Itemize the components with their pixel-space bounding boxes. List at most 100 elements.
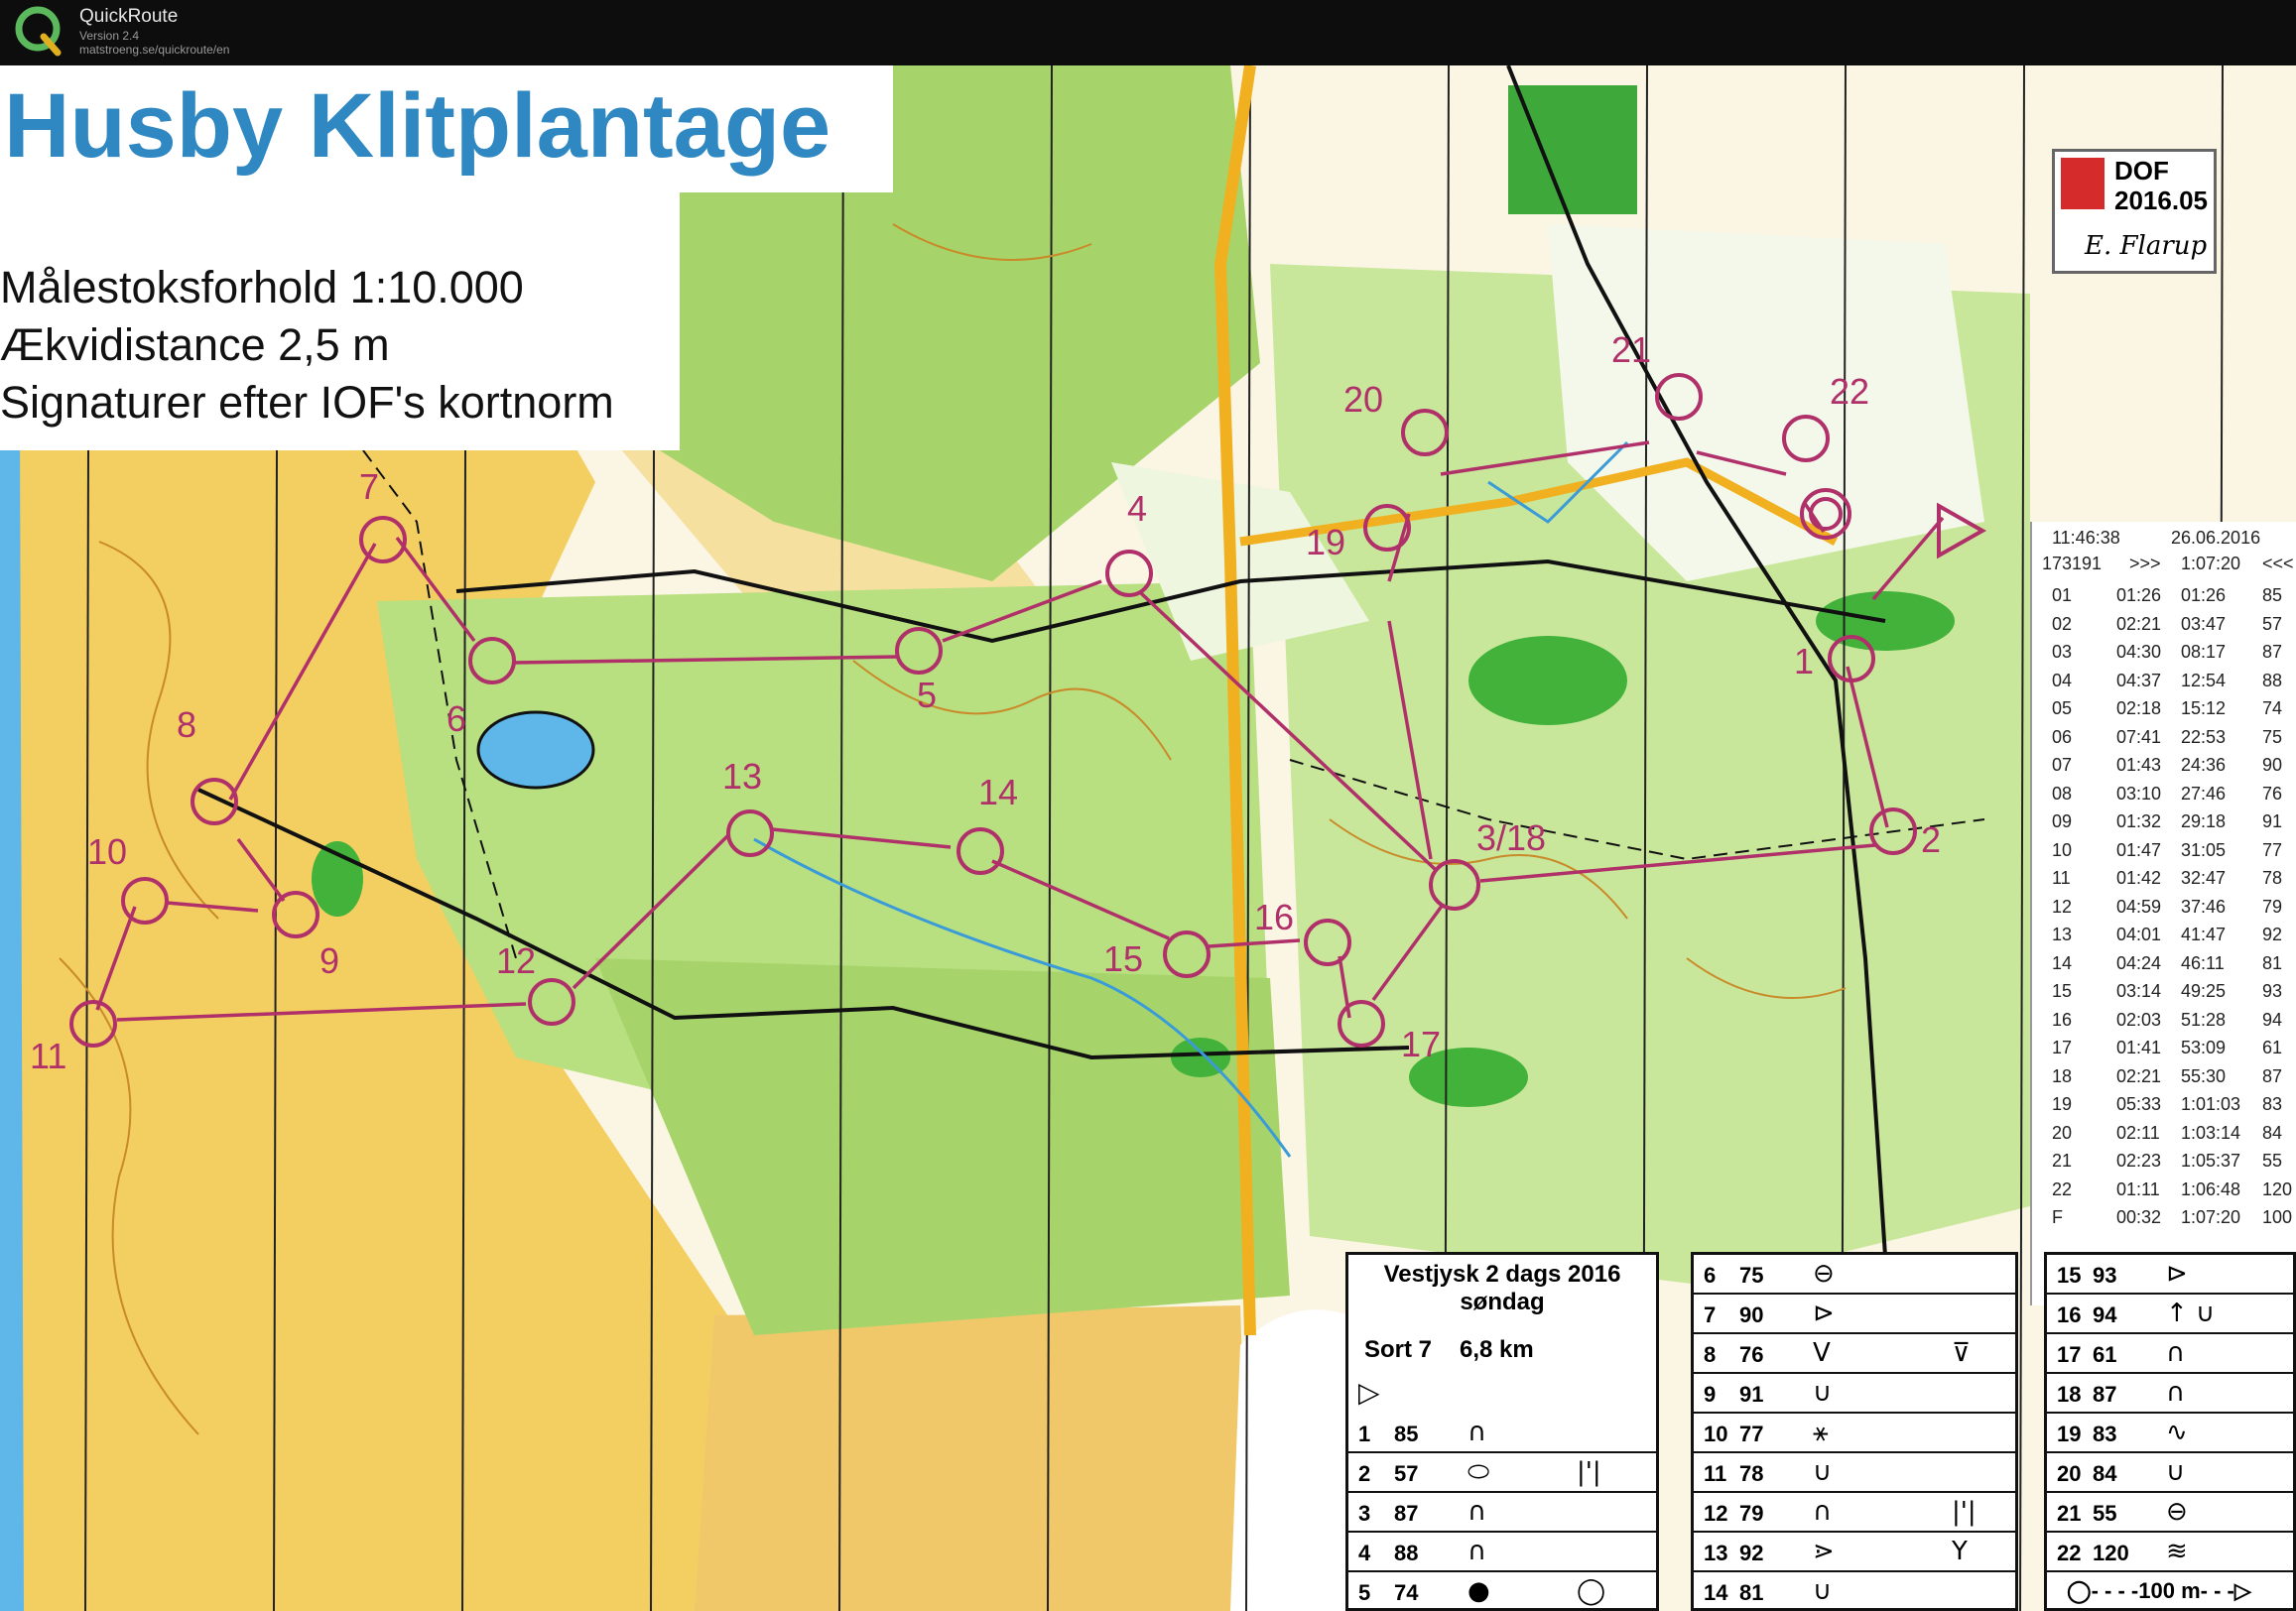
splits-leg: 01 [2052, 585, 2073, 605]
description-row: 4 88 ∩ [1348, 1533, 1656, 1572]
splits-split: 00:32 [2116, 1207, 2162, 1227]
dof-org: DOF [2114, 156, 2169, 186]
description-row: 19 83 ∿ [2047, 1414, 2293, 1453]
description-num: 2 [1358, 1461, 1371, 1486]
description-code: 79 [1739, 1501, 1764, 1526]
splits-split: 02:21 [2116, 1065, 2162, 1086]
description-sym: ∩ [1467, 1497, 1487, 1527]
description-row: 13 92 ⋗ Y [1694, 1533, 2015, 1572]
description-code: 91 [1739, 1382, 1764, 1407]
description-row: 17 61 ∩ [2047, 1334, 2293, 1374]
splits-code: 79 [2262, 896, 2283, 917]
start-symbol: ▷ [1358, 1376, 1380, 1409]
lake [476, 710, 595, 790]
map-title-box: Husby Klitplantage [0, 65, 893, 192]
splits-code: 120 [2262, 1178, 2293, 1199]
splits-row: 10 01:47 31:05 77 [2032, 840, 2296, 866]
splits-leg: 17 [2052, 1038, 2073, 1057]
splits-cum: 1:05:37 [2181, 1151, 2241, 1171]
splits-split: 04:24 [2116, 952, 2162, 973]
map-symbols-text: Signaturer efter IOF's kortnorm [0, 377, 614, 428]
splits-code: 55 [2262, 1151, 2283, 1171]
description-num: 7 [1704, 1302, 1717, 1327]
description-num: 13 [1704, 1541, 1728, 1565]
splits-cum: 37:46 [2181, 896, 2227, 917]
splits-panel: 11:46:38 26.06.2016 173191 >>> 1:07:20 <… [2030, 522, 2296, 1305]
description-table-b: 6 75 ⊖ 7 90 ⊳ 8 76 V ⊽ 9 91 ∪ 10 77 ⚹ 11 78 ∪ 12 79 ∩ |'| 13 92 ⋗… [1691, 1252, 2018, 1611]
description-num: 10 [1704, 1422, 1728, 1446]
control-label-21: 21 [1611, 329, 1652, 370]
finish-note: ◯- - - -100 m- - -▷ [2067, 1578, 2251, 1603]
splits-code: 57 [2262, 613, 2283, 634]
description-sym: ∩ [2166, 1378, 2186, 1408]
description-row: 11 78 ∪ [1694, 1453, 2015, 1493]
splits-leg: 08 [2052, 783, 2073, 804]
splits-leg: 15 [2052, 981, 2073, 1001]
description-row: 22 120 ≋ [2047, 1533, 2293, 1572]
splits-cum: 15:12 [2181, 698, 2227, 718]
splits-row: 07 01:43 24:36 90 [2032, 755, 2296, 781]
description-extra: ◯ [1577, 1576, 1606, 1606]
splits-cum: 08:17 [2181, 642, 2227, 662]
splits-cum: 31:05 [2181, 839, 2227, 860]
splits-cum: 46:11 [2181, 952, 2225, 973]
description-num: 1 [1358, 1422, 1371, 1446]
description-code: 76 [1739, 1342, 1764, 1367]
description-row: 18 87 ∩ [2047, 1374, 2293, 1414]
splits-cum: 53:09 [2181, 1038, 2227, 1057]
description-num: 6 [1704, 1263, 1717, 1288]
control-label-6: 6 [446, 698, 467, 739]
description-code: 94 [2093, 1302, 2117, 1327]
description-code: 78 [1739, 1461, 1764, 1486]
splits-split: 01:11 [2116, 1178, 2160, 1199]
splits-cum: 41:47 [2181, 925, 2227, 944]
map-scale-text: Målestoksforhold 1:10.000 [0, 262, 524, 312]
splits-header-row: 11:46:38 26.06.2016 [2032, 528, 2296, 554]
splits-cum: 29:18 [2181, 811, 2227, 831]
description-extra: ⊽ [1952, 1338, 1972, 1368]
splits-code: 90 [2262, 755, 2283, 775]
description-sym: ∿ [2166, 1418, 2188, 1447]
control-label-13: 13 [722, 756, 763, 797]
splits-runner-id: 173191 [2042, 554, 2103, 573]
splits-split: 02:23 [2116, 1151, 2162, 1171]
description-row: 14 81 ∪ [1694, 1572, 2015, 1611]
splits-leg: 22 [2052, 1178, 2073, 1199]
description-code: 88 [1394, 1541, 1419, 1565]
description-code: 87 [2093, 1382, 2117, 1407]
description-row: 5 74 ● ◯ [1348, 1572, 1656, 1611]
splits-leg: 20 [2052, 1122, 2073, 1143]
splits-code: 87 [2262, 642, 2283, 662]
description-num: 4 [1358, 1541, 1371, 1565]
splits-split: 04:37 [2116, 670, 2162, 690]
description-sym: V [1813, 1338, 1831, 1368]
splits-row: 22 01:11 1:06:48 120 [2032, 1179, 2296, 1205]
splits-code: 100 [2262, 1207, 2293, 1227]
app-url-link[interactable]: matstroeng.se/quickroute/en [79, 43, 229, 57]
description-sym: ⊳ [2166, 1259, 2188, 1289]
splits-leg: 21 [2052, 1151, 2073, 1171]
description-sym: ⚹ [1813, 1418, 1829, 1447]
map-title: Husby Klitplantage [4, 75, 831, 177]
splits-cum: 01:26 [2181, 585, 2227, 605]
description-row: 6 75 ⊖ [1694, 1255, 2015, 1295]
splits-row: 17 01:41 53:09 61 [2032, 1038, 2296, 1063]
control-label-5: 5 [917, 675, 938, 715]
description-num: 16 [2057, 1302, 2082, 1327]
splits-row: 18 02:21 55:30 87 [2032, 1066, 2296, 1092]
description-code: 93 [2093, 1263, 2117, 1288]
splits-code: 75 [2262, 726, 2283, 747]
description-num: 22 [2057, 1541, 2082, 1565]
orienteering-map[interactable]: 1 2 3/18 4 5 6 7 8 9 10 11 12 13 14 15 1… [0, 65, 2296, 1611]
splits-row: 09 01:32 29:18 91 [2032, 811, 2296, 837]
description-row: 12 79 ∩ |'| [1694, 1493, 2015, 1533]
control-label-10: 10 [87, 831, 128, 872]
dof-code: 2016.05 [2114, 186, 2208, 215]
description-row: 3 87 ∩ [1348, 1493, 1656, 1533]
plantation-block [1508, 85, 1637, 214]
description-code: 81 [1739, 1580, 1764, 1605]
splits-row: 20 02:11 1:03:14 84 [2032, 1123, 2296, 1149]
dof-logo-icon [2061, 158, 2105, 209]
splits-split: 02:11 [2116, 1122, 2160, 1143]
splits-row: 03 04:30 08:17 87 [2032, 642, 2296, 668]
